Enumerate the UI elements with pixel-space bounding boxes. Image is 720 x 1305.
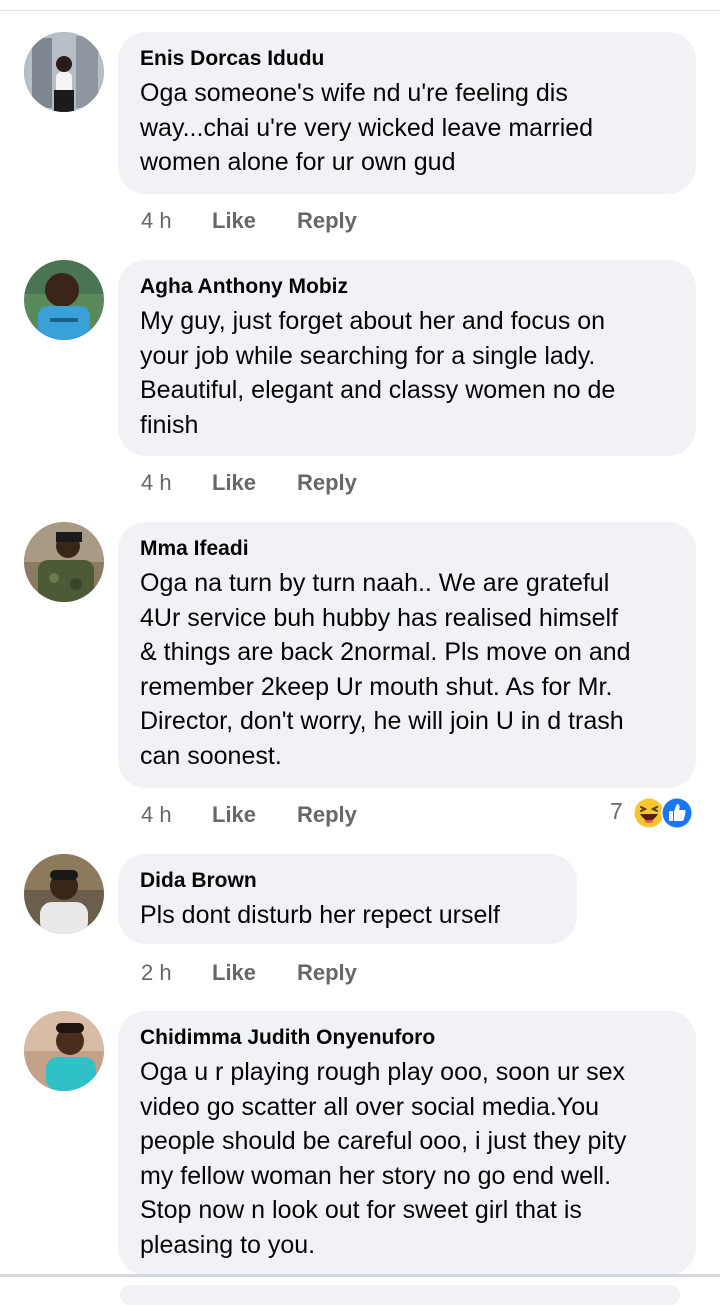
comment-bubble: Agha Anthony Mobiz My guy, just forget a…: [118, 260, 696, 456]
comment-text: Pls dont disturb her repect urself: [140, 901, 500, 929]
like-button[interactable]: Like: [212, 470, 256, 496]
comment-text: Oga na turn by turn naah.. We are gratef…: [140, 569, 631, 770]
comment-bubble: Mma Ifeadi Oga na turn by turn naah.. We…: [118, 522, 696, 788]
author-name[interactable]: Dida Brown: [140, 868, 553, 894]
timestamp[interactable]: 4 h: [141, 802, 172, 828]
reply-button[interactable]: Reply: [297, 960, 357, 986]
comment-text: Oga someone's wife nd u're feeling dis w…: [140, 79, 594, 176]
avatar[interactable]: [24, 32, 104, 112]
comment-text: Oga u r playing rough play ooo, soon ur …: [140, 1058, 627, 1259]
comment-bubble: Dida Brown Pls dont disturb her repect u…: [118, 854, 577, 944]
like-button[interactable]: Like: [212, 960, 256, 986]
avatar[interactable]: [24, 854, 104, 934]
author-name[interactable]: Enis Dorcas Idudu: [140, 46, 672, 72]
reply-button[interactable]: Reply: [297, 208, 357, 234]
avatar[interactable]: [24, 260, 104, 340]
comment-bubble: Enis Dorcas Idudu Oga someone's wife nd …: [118, 32, 696, 194]
reply-button[interactable]: Reply: [297, 802, 357, 828]
reaction-summary[interactable]: 7: [610, 796, 700, 830]
author-name[interactable]: Mma Ifeadi: [140, 536, 672, 562]
timestamp[interactable]: 4 h: [141, 208, 172, 234]
bottom-divider: [0, 1274, 720, 1277]
author-name[interactable]: Agha Anthony Mobiz: [140, 274, 672, 300]
like-button[interactable]: Like: [212, 802, 256, 828]
reply-button[interactable]: Reply: [297, 470, 357, 496]
top-divider: [0, 10, 720, 11]
like-thumb-icon: [661, 797, 693, 829]
next-comment-bubble: [120, 1285, 680, 1305]
like-button[interactable]: Like: [212, 208, 256, 234]
avatar[interactable]: [24, 1011, 104, 1091]
timestamp[interactable]: 4 h: [141, 470, 172, 496]
reaction-count: 7: [610, 798, 623, 824]
comment-text: My guy, just forget about her and focus …: [140, 307, 616, 439]
timestamp[interactable]: 2 h: [141, 960, 172, 986]
comment-bubble: Chidimma Judith Onyenuforo Oga u r playi…: [118, 1011, 696, 1275]
author-name[interactable]: Chidimma Judith Onyenuforo: [140, 1025, 672, 1051]
avatar[interactable]: [24, 522, 104, 602]
